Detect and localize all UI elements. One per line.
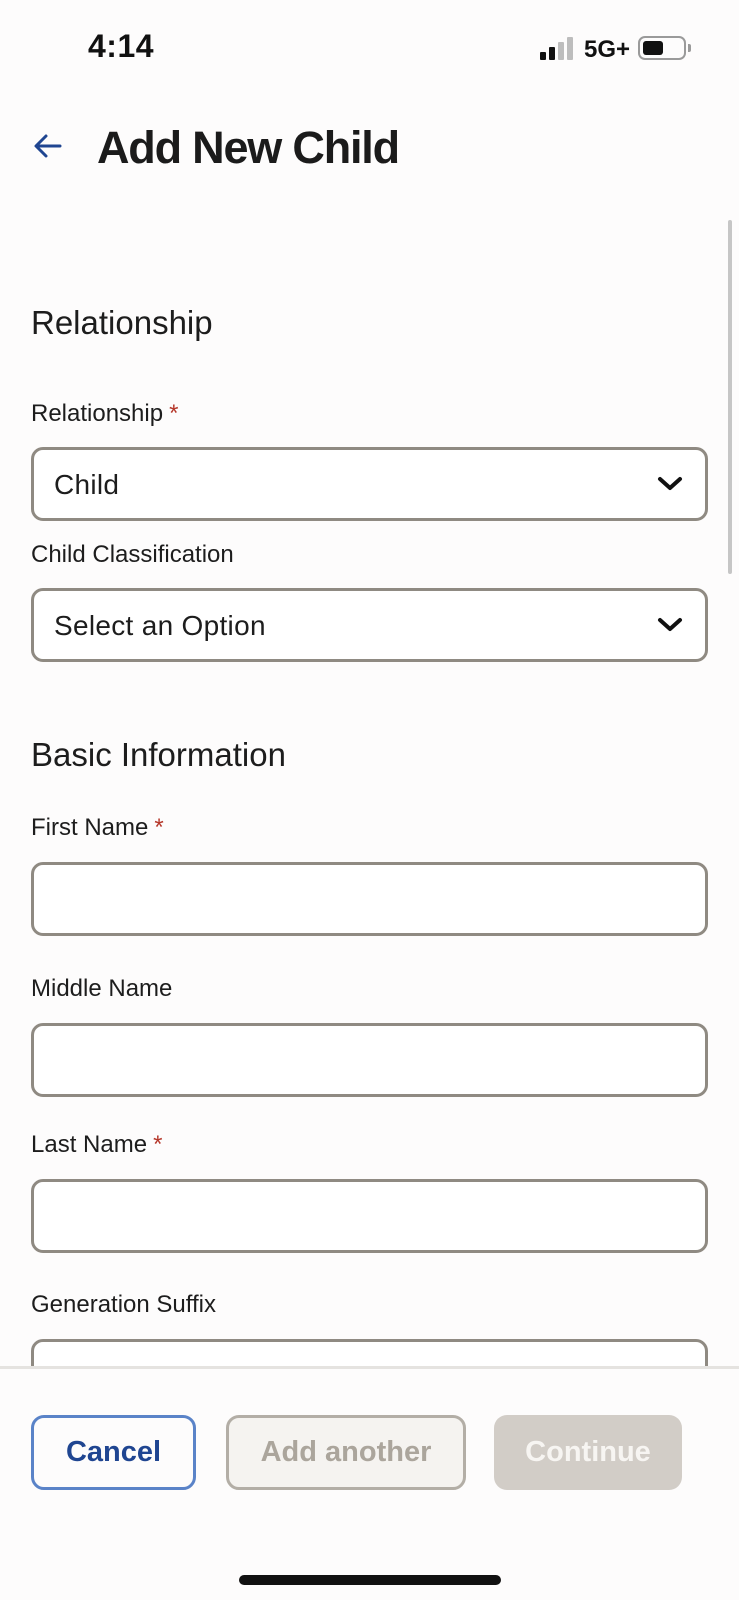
last-name-label-text: Last Name — [31, 1131, 148, 1158]
child-classification-label: Child Classification — [31, 541, 234, 568]
continue-button[interactable]: Continue — [494, 1415, 682, 1490]
required-mark: * — [153, 1131, 163, 1158]
cancel-button[interactable]: Cancel — [31, 1415, 196, 1490]
section-heading-relationship: Relationship — [31, 304, 213, 341]
relationship-select[interactable]: Child — [31, 447, 708, 521]
first-name-label: First Name * — [31, 814, 164, 842]
screen: 4:14 5G+ Add New Child Relationship Rela… — [0, 0, 739, 1600]
middle-name-label: Middle Name — [31, 975, 173, 1002]
last-name-input[interactable] — [31, 1179, 708, 1253]
first-name-input[interactable] — [31, 862, 708, 936]
relationship-label: Relationship * — [31, 400, 178, 428]
add-another-button[interactable]: Add another — [226, 1415, 466, 1490]
back-button[interactable] — [28, 128, 68, 168]
required-mark: * — [154, 814, 164, 841]
last-name-label: Last Name * — [31, 1131, 162, 1159]
footer-actions: Cancel Add another Continue — [0, 1369, 739, 1600]
home-indicator[interactable] — [239, 1575, 501, 1585]
first-name-label-text: First Name — [31, 814, 149, 841]
child-classification-select-value: Select an Option — [54, 610, 266, 641]
relationship-select-value: Child — [54, 469, 120, 500]
child-classification-select[interactable]: Select an Option — [31, 588, 708, 662]
generation-suffix-label: Generation Suffix — [31, 1291, 217, 1318]
chevron-down-icon — [658, 618, 682, 631]
page-title: Add New Child — [97, 122, 400, 173]
battery-tip — [688, 44, 691, 52]
relationship-label-text: Relationship — [31, 400, 164, 427]
scrollbar[interactable] — [728, 220, 732, 574]
section-heading-basic-information: Basic Information — [31, 736, 286, 773]
required-mark: * — [169, 400, 179, 427]
network-type: 5G+ — [584, 36, 631, 63]
signal-icon — [540, 36, 574, 60]
battery-icon — [638, 36, 686, 60]
chevron-down-icon — [658, 477, 682, 490]
middle-name-input[interactable] — [31, 1023, 708, 1097]
arrow-left-icon — [34, 134, 62, 158]
status-time: 4:14 — [88, 28, 155, 64]
